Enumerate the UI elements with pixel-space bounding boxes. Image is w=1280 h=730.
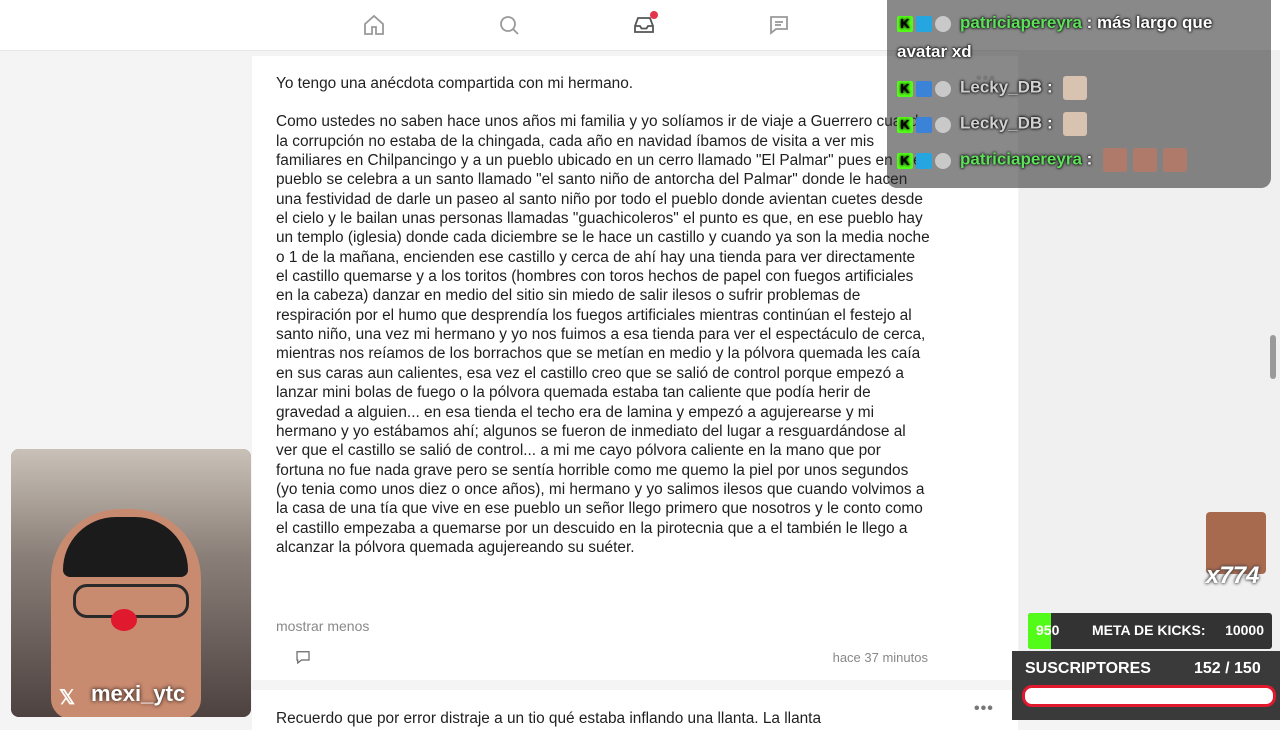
streamer-handle: mexi_ytc bbox=[91, 681, 186, 706]
webcam-feed: 𝕏 mexi_ytc bbox=[11, 449, 251, 717]
hamster-emote-icon bbox=[1063, 76, 1088, 100]
clown-nose bbox=[111, 609, 137, 631]
search-icon[interactable] bbox=[497, 13, 521, 37]
diamond-badge-icon bbox=[916, 116, 932, 133]
chat-message: Kpatriciapereyra : más largo que bbox=[897, 13, 1212, 34]
laughing-emote-icon bbox=[1163, 148, 1188, 172]
hamster-emote-icon bbox=[1063, 112, 1088, 136]
kicks-goal-bar: 950 META DE KICKS: 10000 bbox=[1028, 613, 1272, 649]
scrollbar-thumb[interactable] bbox=[1270, 335, 1276, 379]
chat-message: Kpatriciapereyra : bbox=[897, 148, 1188, 172]
post-paragraph: Como ustedes no saben hace unos años mi … bbox=[276, 113, 930, 556]
mouse-badge-icon bbox=[935, 80, 951, 97]
subs-count: 152 / 150 bbox=[1194, 660, 1261, 677]
notification-dot bbox=[650, 11, 658, 19]
comment-icon[interactable] bbox=[294, 648, 312, 666]
kicks-current: 950 bbox=[1036, 622, 1060, 638]
chat-separator: : bbox=[1081, 149, 1098, 169]
kicks-goal-value: 10000 bbox=[1225, 622, 1264, 638]
kicks-label: META DE KICKS: bbox=[1092, 622, 1206, 638]
post-body: Yo tengo una anécdota compartida con mi … bbox=[276, 74, 931, 557]
laughing-emote-icon bbox=[1103, 148, 1128, 172]
subs-progress-bar bbox=[1022, 685, 1276, 707]
kick-badge-icon: K bbox=[897, 80, 913, 97]
cube-badge-icon bbox=[916, 152, 932, 169]
subs-label: SUSCRIPTORES bbox=[1025, 660, 1151, 677]
cube-badge-icon bbox=[916, 16, 932, 33]
chat-separator: : bbox=[1042, 77, 1058, 97]
kick-badge-icon: K bbox=[897, 116, 913, 133]
laughing-emote-icon bbox=[1133, 148, 1158, 172]
x-logo-icon: 𝕏 bbox=[59, 687, 76, 709]
diamond-badge-icon bbox=[916, 80, 932, 97]
chat-separator: : bbox=[1042, 113, 1058, 133]
chat-username: Lecky_DB bbox=[960, 77, 1043, 97]
subscribers-goal: SUSCRIPTORES 152 / 150 bbox=[1012, 651, 1280, 720]
chat-message-continued: avatar xd bbox=[897, 42, 972, 62]
next-post-card: Recuerdo que por error distraje a un tio… bbox=[252, 690, 1018, 730]
messages-icon[interactable] bbox=[767, 13, 791, 37]
inbox-icon[interactable] bbox=[632, 11, 658, 37]
post-timestamp: hace 37 minutos bbox=[832, 650, 928, 665]
kick-badge-icon: K bbox=[897, 152, 913, 169]
chat-username: patriciapereyra bbox=[960, 149, 1082, 169]
mouse-badge-icon bbox=[935, 16, 951, 33]
chat-text: más largo que bbox=[1097, 13, 1213, 32]
emote-multiplier: x774 bbox=[1206, 562, 1260, 589]
chat-username: Lecky_DB bbox=[960, 113, 1043, 133]
kick-badge-icon: K bbox=[897, 16, 913, 33]
next-post-text: Recuerdo que por error distraje a un tio… bbox=[276, 710, 822, 727]
chat-separator: : bbox=[1081, 13, 1098, 32]
chat-text: avatar xd bbox=[897, 42, 972, 61]
chat-overlay: Kpatriciapereyra : más largo que avatar … bbox=[887, 0, 1271, 188]
more-options-button[interactable]: ••• bbox=[974, 700, 994, 718]
post-more-options-button[interactable]: ••• bbox=[976, 70, 996, 88]
home-icon[interactable] bbox=[362, 13, 386, 37]
mouse-badge-icon bbox=[935, 116, 951, 133]
post-paragraph: Yo tengo una anécdota compartida con mi … bbox=[276, 75, 634, 92]
mouse-badge-icon bbox=[935, 152, 951, 169]
chat-username: patriciapereyra bbox=[960, 13, 1082, 32]
chat-message: K Lecky_DB : bbox=[897, 112, 1088, 136]
show-less-link[interactable]: mostrar menos bbox=[276, 618, 369, 634]
